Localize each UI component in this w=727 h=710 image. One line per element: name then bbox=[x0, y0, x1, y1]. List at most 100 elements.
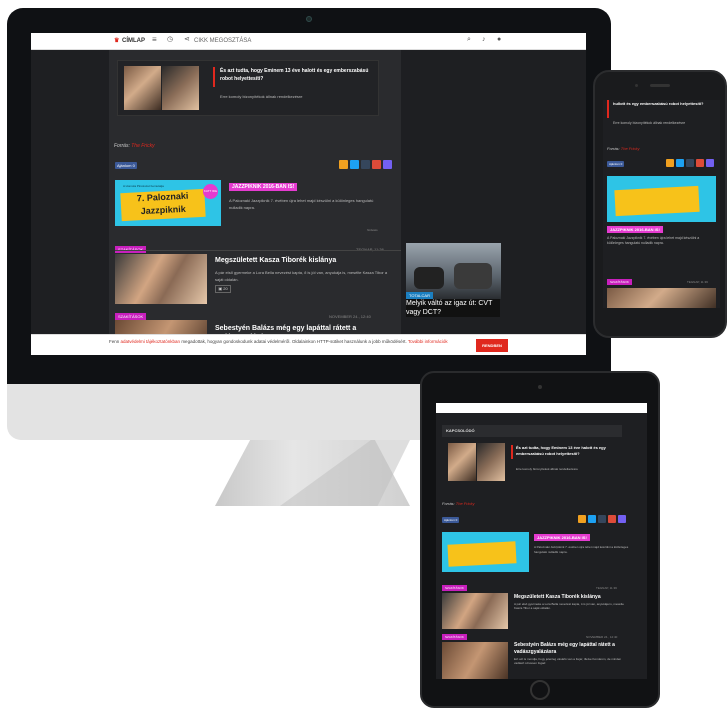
viber-share-icon[interactable] bbox=[706, 159, 714, 167]
tablet-eminem-left[interactable] bbox=[448, 443, 476, 481]
twitter-share-icon[interactable] bbox=[676, 159, 684, 167]
cookie-link-privacy[interactable]: adatvédelmi tájékoztatónkban bbox=[121, 339, 181, 344]
menu-icon[interactable]: ≡ bbox=[152, 36, 157, 44]
comment-icon: ▣ bbox=[218, 286, 223, 291]
source-label: Forrás: bbox=[114, 143, 130, 149]
tablet-article1-desc: A pár első gyermeke a Lora Bella nevezés… bbox=[514, 602, 624, 610]
phone-source-link[interactable]: The Fricky bbox=[621, 146, 640, 151]
viber-share-icon[interactable] bbox=[383, 160, 392, 169]
article1-image[interactable] bbox=[115, 254, 207, 304]
cookie-text-mid: megadottak, hogyan gondoskodunk adatai v… bbox=[180, 339, 407, 344]
phone-jazz-title[interactable]: JAZZPIKNIK 2016-BAN IS! bbox=[607, 226, 663, 233]
tablet-teaser: Erre komoly bizonyítékok állnak rendelke… bbox=[516, 467, 578, 471]
desktop-screen: ♛ CÍMLAP ≡ ◷ ⋖ CIKK MEGOSZTÁSA ⌕ ♪ ● És … bbox=[31, 33, 586, 355]
tumblr-share-icon[interactable] bbox=[686, 159, 694, 167]
tumblr-share-icon[interactable] bbox=[598, 515, 606, 523]
eminem-thumbnail-right[interactable] bbox=[162, 66, 199, 110]
twitter-share-icon[interactable] bbox=[588, 515, 596, 523]
side-tag[interactable]: TOTALCAR bbox=[406, 292, 433, 299]
ad-note: hirdetés bbox=[367, 228, 378, 232]
phone-time: TEGNAP, 11:36 bbox=[687, 280, 708, 284]
bell-icon[interactable]: ♪ bbox=[482, 36, 486, 44]
home-link[interactable]: CÍMLAP bbox=[122, 37, 145, 45]
phone-facebook-button[interactable]: Ajánlom 0 bbox=[607, 161, 625, 167]
tablet-facebook-button[interactable]: Ajánlom 0 bbox=[442, 517, 460, 523]
device-mockup-stage: ♛ CÍMLAP ≡ ◷ ⋖ CIKK MEGOSZTÁSA ⌕ ♪ ● És … bbox=[0, 0, 727, 710]
phone-headline[interactable]: hullott és egy emberszabású robot helyet… bbox=[613, 101, 713, 107]
cookie-bar: Fenn adatvédelmi tájékoztatónkban megado… bbox=[31, 334, 586, 355]
tablet-article2-time: NOVEMBER 24., 12:40 bbox=[586, 635, 618, 639]
related-promo-box[interactable]: És azt tudta, hogy Eminem 13 éve halott … bbox=[117, 60, 379, 116]
phone-teaser: Erre komoly bizonyítékok állnak rendelke… bbox=[613, 121, 686, 125]
user-icon[interactable]: ● bbox=[497, 36, 501, 44]
source-link[interactable]: The Fricky bbox=[131, 143, 154, 149]
article1-count: 20 bbox=[223, 286, 228, 291]
tablet-jazz-title[interactable]: JAZZPIKNIK 2016-BAN IS! bbox=[534, 534, 590, 541]
tablet-article2-title[interactable]: Sebestyén Balázs még egy lapáttal rátett… bbox=[514, 642, 629, 656]
jazz-title[interactable]: JAZZPIKNIK 2016-BAN IS! bbox=[229, 183, 298, 191]
tablet-article1-image[interactable] bbox=[442, 593, 508, 629]
phone-article-image[interactable] bbox=[607, 288, 716, 308]
promo-headline[interactable]: És azt tudta, hogy Eminem 13 éve halott … bbox=[220, 67, 370, 83]
tablet-screen: KAPCSOLÓDÓ És azt tudta, hogy Eminem 13 … bbox=[436, 403, 647, 679]
facebook-like-button[interactable]: Ajánlom 0 bbox=[115, 162, 137, 169]
site-topbar: ♛ CÍMLAP ≡ ◷ ⋖ CIKK MEGOSZTÁSA ⌕ ♪ ● bbox=[31, 33, 586, 50]
email-share-icon[interactable] bbox=[339, 160, 348, 169]
tablet-eminem-right[interactable] bbox=[477, 443, 505, 481]
sidebar: TOTALCAR Melyik váltó az igaz út: CVT va… bbox=[401, 50, 506, 355]
email-share-icon[interactable] bbox=[666, 159, 674, 167]
article2-tag[interactable]: SZAKÍTÁSOK bbox=[115, 313, 147, 320]
eminem-thumbnail-left[interactable] bbox=[124, 66, 161, 110]
cookie-text: Fenn adatvédelmi tájékoztatónkban megado… bbox=[109, 339, 469, 345]
cookie-accept-button[interactable]: RENDBEN bbox=[476, 339, 508, 352]
bike-right bbox=[454, 263, 492, 289]
email-share-icon[interactable] bbox=[578, 515, 586, 523]
motorbike-image[interactable] bbox=[406, 243, 501, 299]
webcam-icon bbox=[306, 16, 312, 22]
tablet-article2-tag[interactable]: SZAKÍTÁSOK bbox=[442, 634, 467, 640]
phone-camera-icon bbox=[635, 84, 638, 87]
promo-teaser: Erre komoly bizonyítékok állnak rendelke… bbox=[220, 94, 303, 99]
accent-bar bbox=[213, 67, 215, 87]
phone-screen: hullott és egy emberszabású robot helyet… bbox=[603, 100, 720, 308]
phone-jazz-banner[interactable] bbox=[607, 176, 716, 222]
clock-icon[interactable]: ◷ bbox=[167, 36, 173, 44]
cookie-link-more[interactable]: További információk bbox=[408, 339, 448, 344]
tablet-source-link[interactable]: The Fricky bbox=[456, 501, 475, 506]
comment-count[interactable]: ▣ 20 bbox=[215, 285, 231, 293]
tablet-home-button[interactable] bbox=[530, 680, 550, 700]
phone-tag[interactable]: SZAKÍTÁSOK bbox=[607, 279, 632, 285]
side-title[interactable]: Melyik váltó az igaz út: CVT vagy DCT? bbox=[406, 299, 500, 317]
tablet-topbar bbox=[436, 403, 647, 413]
site-logo-icon[interactable]: ♛ bbox=[114, 37, 119, 45]
banner-line1: A Homola Pincészet bemutatja bbox=[123, 184, 164, 188]
banner-ribbon bbox=[447, 541, 517, 567]
share-icon[interactable]: ⋖ bbox=[184, 36, 190, 44]
jazz-desc: A Paloznaki Jazzpiknik 7. évében újra le… bbox=[229, 198, 374, 210]
googleplus-share-icon[interactable] bbox=[696, 159, 704, 167]
phone-source-label: Forrás: bbox=[607, 146, 620, 151]
tablet-headline[interactable]: És azt tudta, hogy Eminem 13 éve halott … bbox=[516, 445, 616, 457]
share-article-link[interactable]: CIKK MEGOSZTÁSA bbox=[194, 37, 251, 45]
tumblr-share-icon[interactable] bbox=[361, 160, 370, 169]
accent-bar bbox=[607, 100, 609, 118]
googleplus-share-icon[interactable] bbox=[608, 515, 616, 523]
phone-device: hullott és egy emberszabású robot helyet… bbox=[593, 70, 727, 338]
twitter-share-icon[interactable] bbox=[350, 160, 359, 169]
article1-title[interactable]: Megszületett Kasza Tiborék kislánya bbox=[215, 257, 395, 264]
tablet-article1-tag[interactable]: SZAKÍTÁSOK bbox=[442, 585, 467, 591]
phone-jazz-desc: A Paloznaki Jazzpiknik 7. évében újra le… bbox=[607, 236, 700, 245]
tablet-source-label: Forrás: bbox=[442, 501, 455, 506]
tablet-article2-image[interactable] bbox=[442, 642, 508, 679]
viber-share-icon[interactable] bbox=[618, 515, 626, 523]
tablet-jazz-banner[interactable] bbox=[442, 532, 529, 572]
divider bbox=[115, 250, 401, 251]
accent-bar bbox=[511, 445, 513, 459]
cookie-text-pre: Fenn bbox=[109, 339, 121, 344]
jazzpiknik-banner[interactable]: A Homola Pincészet bemutatja 7. Paloznak… bbox=[115, 180, 221, 226]
article2-time: NOVEMBER 24., 12:40 bbox=[329, 314, 371, 319]
tablet-article1-title[interactable]: Megszületett Kasza Tiborék kislánya bbox=[514, 594, 629, 600]
search-icon[interactable]: ⌕ bbox=[467, 36, 471, 44]
googleplus-share-icon[interactable] bbox=[372, 160, 381, 169]
tablet-device: KAPCSOLÓDÓ És azt tudta, hogy Eminem 13 … bbox=[420, 371, 660, 708]
